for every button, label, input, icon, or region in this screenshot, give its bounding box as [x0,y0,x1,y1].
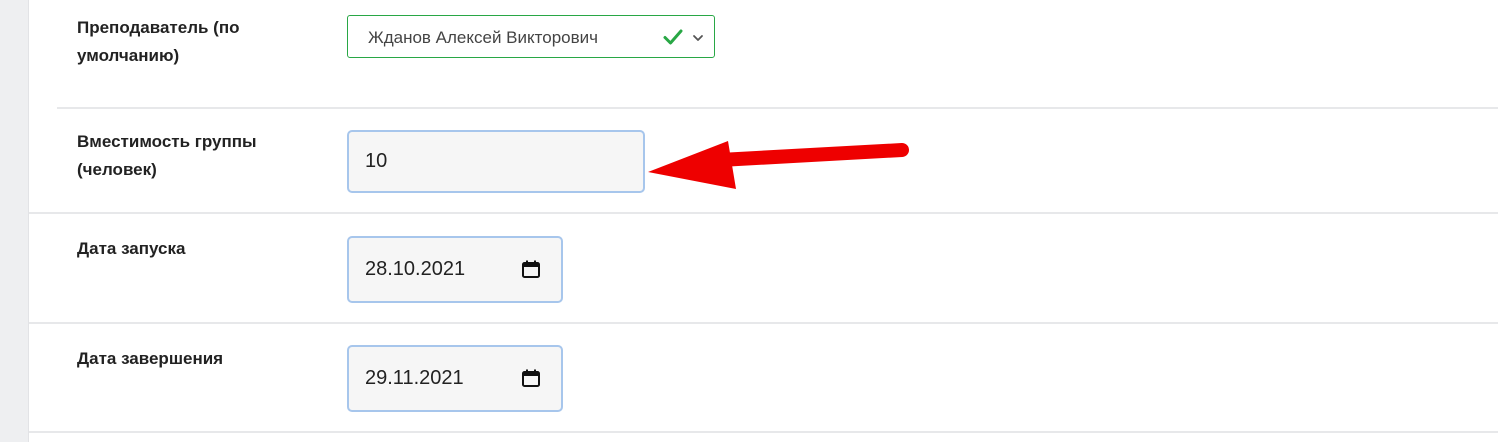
teacher-select-value: Жданов Алексей Викторович [368,28,598,47]
end-date-input[interactable]: 29.11.2021 [347,345,563,412]
teacher-label: Преподаватель (по умолчанию) [77,18,240,65]
capacity-input[interactable]: 10 [347,130,645,193]
row-divider [29,212,1498,214]
capacity-label: Вместимость группы (человек) [77,132,257,179]
end-date-label: Дата завершения [77,349,224,368]
start-date-label: Дата запуска [77,239,186,258]
chevron-down-icon [693,35,703,41]
row-divider [57,107,1498,109]
calendar-icon[interactable] [521,259,541,279]
teacher-select[interactable]: Жданов Алексей Викторович [347,15,715,58]
left-sidebar-edge [0,0,29,442]
row-divider [29,431,1498,433]
start-date-value: 28.10.2021 [365,258,466,280]
capacity-input-value: 10 [365,150,388,172]
calendar-icon[interactable] [521,368,541,388]
check-icon [663,29,683,45]
end-date-value: 29.11.2021 [365,367,464,389]
form-panel: Преподаватель (по умолчанию) Жданов Алек… [29,0,1498,442]
start-date-input[interactable]: 28.10.2021 [347,236,563,303]
row-divider [29,322,1498,324]
